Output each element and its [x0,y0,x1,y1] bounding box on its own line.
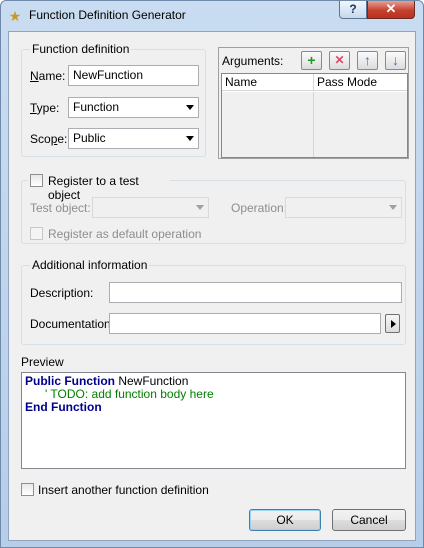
name-label: Name: [30,69,66,83]
plus-icon: + [307,52,316,68]
delete-argument-button[interactable]: ✕ [329,51,350,70]
dialog-window: ★ Function Definition Generator ? ✕ Func… [0,0,424,548]
function-definition-label: Function definition [30,42,132,56]
close-button[interactable]: ✕ [367,1,415,19]
chevron-down-icon [389,205,397,210]
insert-another-label[interactable]: Insert another function definition [38,483,209,497]
cancel-button[interactable]: Cancel [332,509,406,531]
app-icon: ★ [8,8,22,24]
window-title: Function Definition Generator [29,8,186,22]
move-down-button[interactable]: ↓ [385,51,406,70]
operation-select[interactable] [285,197,402,218]
preview-function-name: NewFunction [115,374,189,388]
arguments-label: Arguments: [222,54,284,68]
ok-button[interactable]: OK [249,509,321,531]
name-label-text: ame: [38,69,66,83]
arguments-grid[interactable]: Name Pass Mode [221,73,408,158]
default-operation-label[interactable]: Register as default operation [48,227,201,241]
dialog-client: Function definition Name: NewFunction Ty… [8,31,416,541]
preview-comment: ' TODO: add function body here [45,387,214,401]
add-argument-button[interactable]: + [301,51,322,70]
preview-end-keyword: End Function [25,400,102,414]
arrow-down-icon: ↓ [392,52,399,68]
register-header: Register to a test object [28,173,170,202]
register-group: Register to a test object Test object: O… [21,173,406,244]
arrow-up-icon: ↑ [364,52,371,68]
delete-icon: ✕ [334,53,345,67]
test-object-select[interactable] [92,197,209,218]
documentation-expand-button[interactable] [385,314,400,333]
chevron-down-icon [186,105,194,110]
column-name[interactable]: Name [222,74,314,91]
preview-keyword: Public Function [25,374,115,388]
scope-label: Scope: [30,132,68,146]
additional-information-label: Additional information [30,258,150,272]
column-divider [313,92,314,157]
arguments-panel: Arguments: + ✕ ↑ ↓ Name Pass Mode [218,47,409,159]
arrow-right-icon [391,320,396,328]
help-button[interactable]: ? [339,1,367,19]
documentation-label: Documentation: [30,317,115,331]
function-definition-group: Function definition Name: NewFunction Ty… [21,42,206,157]
column-pass-mode[interactable]: Pass Mode [314,74,407,91]
default-operation-checkbox[interactable] [30,227,43,240]
type-select-value: Function [73,100,120,114]
chevron-down-icon [196,205,204,210]
preview-code[interactable]: Public Function NewFunction ' TODO: add … [21,372,406,469]
chevron-down-icon [186,136,194,141]
operation-label: Operation: [231,201,288,215]
insert-another-checkbox[interactable] [21,483,34,496]
type-label: Type: [30,101,60,115]
scope-select-value: Public [73,131,106,145]
name-input[interactable]: NewFunction [68,65,199,86]
additional-information-group: Additional information Description: Docu… [21,258,406,345]
scope-select[interactable]: Public [68,128,199,149]
documentation-input[interactable] [109,313,381,334]
preview-line-3: End Function [25,401,402,414]
test-object-label: Test object: [30,201,91,215]
register-checkbox[interactable] [30,174,43,187]
description-label: Description: [30,286,94,300]
preview-label: Preview [21,355,64,369]
type-select[interactable]: Function [68,97,199,118]
description-input[interactable] [109,282,402,303]
type-label-text: ype: [36,101,60,115]
title-bar[interactable]: ★ Function Definition Generator ? ✕ [1,1,423,31]
arguments-grid-header: Name Pass Mode [222,74,407,91]
move-up-button[interactable]: ↑ [357,51,378,70]
arguments-grid-body[interactable] [222,92,407,157]
